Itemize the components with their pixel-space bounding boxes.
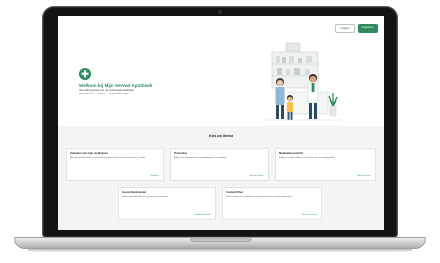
card-title: Gezondheidsmeter bbox=[122, 191, 147, 194]
health-link[interactable]: Bekijk gezondheid› bbox=[195, 214, 212, 216]
page-title: Welkom bij Mijn Servad Apotheek bbox=[79, 83, 153, 88]
laptop-mockup: Inloggen Registreren ✚ Welkom bij Mijn S… bbox=[0, 0, 440, 263]
promotions-link[interactable]: Bekijk promoties› bbox=[249, 175, 265, 177]
arrow-right-icon: › bbox=[211, 214, 212, 216]
register-button[interactable]: Registreren bbox=[357, 24, 378, 33]
laptop-base bbox=[14, 237, 426, 249]
service-card-repeat-prescriptions[interactable]: Herhalen van mijn medicijnen Met een paa… bbox=[66, 148, 164, 181]
link-faq[interactable]: Veelgestelde vragen bbox=[109, 93, 129, 95]
card-link-label: Bekijk promoties bbox=[249, 175, 264, 177]
hero-section: Inloggen Registreren ✚ Welkom bij Mijn S… bbox=[58, 16, 384, 126]
card-link-label: Bekijk gezondheid bbox=[195, 214, 211, 216]
card-text: Met een paar kliks bestelt u uw herhaalm… bbox=[70, 157, 146, 159]
service-card-health-meter[interactable]: Gezondheidsmeter Houd uw gezondheid bij … bbox=[118, 187, 216, 220]
services-title: Kies uw dienst bbox=[209, 134, 233, 138]
card-link-label: Bekijk overzicht bbox=[357, 175, 371, 177]
card-text: Stel een vraag aan uw apotheek of chat d… bbox=[226, 196, 293, 198]
overview-link[interactable]: Bekijk overzicht› bbox=[357, 175, 372, 177]
card-text: Bekijk uw actuele medicatie en de histor… bbox=[279, 157, 335, 159]
card-title: Promoties bbox=[174, 152, 188, 155]
contact-link[interactable]: Neem contact op› bbox=[302, 214, 318, 216]
arrow-right-icon: › bbox=[264, 175, 265, 177]
card-text: Houd uw gezondheid bij en krijg inzicht … bbox=[122, 196, 169, 198]
laptop-shadow bbox=[28, 249, 412, 253]
hero-links: Hoe werkt het? Privacy Veelgestelde vrag… bbox=[79, 93, 129, 95]
service-card-medication-overview[interactable]: Medicatieoverzicht Bekijk uw actuele med… bbox=[275, 148, 376, 181]
page-subtitle: Uw online service van uw vertrouwde apot… bbox=[79, 89, 135, 92]
card-title: Medicatieoverzicht bbox=[279, 152, 304, 155]
card-text: Bekijk de actuele promoties en aanbiedin… bbox=[174, 157, 227, 159]
arrow-right-icon: › bbox=[159, 175, 160, 177]
cross-glyph: ✚ bbox=[81, 68, 89, 79]
login-button[interactable]: Inloggen bbox=[335, 24, 355, 33]
arrow-right-icon: › bbox=[371, 175, 372, 177]
card-title: Herhalen van mijn medicijnen bbox=[70, 152, 108, 155]
link-how-it-works[interactable]: Hoe werkt het? bbox=[79, 93, 94, 95]
card-link-label: Neem contact op bbox=[302, 214, 317, 216]
laptop-lid: Inloggen Registreren ✚ Welkom bij Mijn S… bbox=[42, 6, 398, 238]
link-privacy[interactable]: Privacy bbox=[98, 93, 105, 95]
order-link[interactable]: Bestellen› bbox=[151, 175, 160, 177]
header-actions: Inloggen Registreren bbox=[335, 24, 378, 33]
webcam-icon bbox=[218, 10, 222, 14]
card-title: Contact/Chat bbox=[226, 191, 243, 194]
laptop-screen: Inloggen Registreren ✚ Welkom bij Mijn S… bbox=[58, 16, 384, 230]
service-card-promotions[interactable]: Promoties Bekijk de actuele promoties en… bbox=[170, 148, 269, 181]
service-card-contact-chat[interactable]: Contact/Chat Stel een vraag aan uw apoth… bbox=[222, 187, 322, 220]
card-link-label: Bestellen bbox=[150, 175, 159, 177]
pharmacy-cross-icon: ✚ bbox=[79, 68, 91, 80]
services-section: Kies uw dienst Herhalen van mijn medicij… bbox=[58, 126, 384, 230]
arrow-right-icon: › bbox=[317, 214, 318, 216]
laptop-notch bbox=[190, 238, 252, 242]
pharmacy-illustration bbox=[264, 42, 342, 121]
